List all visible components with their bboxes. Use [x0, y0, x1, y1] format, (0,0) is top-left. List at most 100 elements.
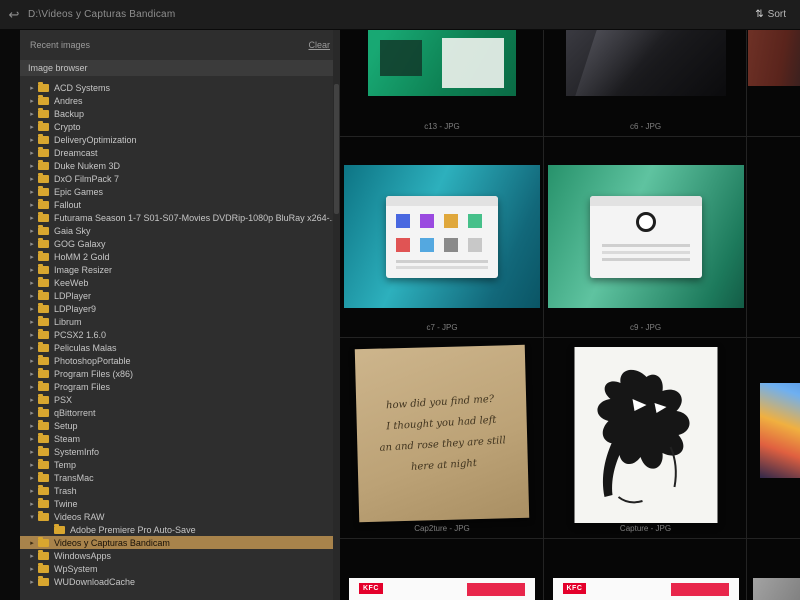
expand-arrow-icon[interactable]: ▸ — [28, 370, 36, 378]
folder-tree-item[interactable]: ▸ KeeWeb — [20, 276, 340, 289]
thumbnail-cell[interactable]: c7 - JPG — [340, 137, 544, 338]
folder-tree-item[interactable]: ▸ Program Files — [20, 380, 340, 393]
sort-button[interactable]: ⇅ Sort — [755, 9, 786, 20]
folder-tree-item[interactable]: ▸ Program Files (x86) — [20, 367, 340, 380]
thumbnail-cell[interactable]: c6 - JPG — [544, 30, 747, 137]
folder-tree-item[interactable]: ▸ Crypto — [20, 120, 340, 133]
folder-tree-item[interactable]: ▸ Steam — [20, 432, 340, 445]
folder-tree-item[interactable]: ▸ WpSystem — [20, 562, 340, 575]
thumbnail-image-cap2ture[interactable]: how did you find me? I thought you had l… — [354, 344, 530, 523]
folder-tree-item[interactable]: ▸ WindowsApps — [20, 549, 340, 562]
folder-tree-item[interactable]: ▸ Videos y Capturas Bandicam — [20, 536, 340, 549]
folder-tree-item[interactable]: ▸ Setup — [20, 419, 340, 432]
expand-arrow-icon[interactable]: ▸ — [28, 123, 36, 131]
folder-tree-item[interactable]: ▸ SystemInfo — [20, 445, 340, 458]
folder-tree-item[interactable]: ▸ PSX — [20, 393, 340, 406]
thumbnail-cell[interactable]: how did you find me? I thought you had l… — [340, 338, 544, 539]
folder-tree-item[interactable]: ▸ Fallout — [20, 198, 340, 211]
expand-arrow-icon[interactable]: ▸ — [28, 201, 36, 209]
expand-arrow-icon[interactable]: ▸ — [28, 565, 36, 573]
expand-arrow-icon[interactable]: ▸ — [28, 149, 36, 157]
folder-tree-item[interactable]: ▸ Andres — [20, 94, 340, 107]
thumbnail-image-partial[interactable] — [748, 30, 800, 86]
expand-arrow-icon[interactable]: ▸ — [28, 331, 36, 339]
expand-arrow-icon[interactable]: ▸ — [28, 448, 36, 456]
thumbnail-cell[interactable] — [747, 137, 800, 338]
folder-tree-item[interactable]: ▸ Twine — [20, 497, 340, 510]
thumbnail-image-c13[interactable] — [368, 30, 516, 96]
expand-arrow-icon[interactable]: ▸ — [28, 253, 36, 261]
folder-tree-item[interactable]: ▸ DeliveryOptimization — [20, 133, 340, 146]
thumbnail-image-c9[interactable] — [547, 165, 744, 308]
image-browser-header[interactable]: Image browser — [20, 60, 340, 76]
expand-arrow-icon[interactable]: ▸ — [28, 84, 36, 92]
expand-arrow-icon[interactable]: ▸ — [28, 357, 36, 365]
breadcrumb[interactable]: D:\Videos y Capturas Bandicam — [28, 9, 175, 20]
expand-arrow-icon[interactable]: ▸ — [28, 396, 36, 404]
folder-tree-item[interactable]: ▸ TransMac — [20, 471, 340, 484]
expand-arrow-icon[interactable]: ▸ — [28, 110, 36, 118]
expand-arrow-icon[interactable]: ▸ — [28, 318, 36, 326]
folder-tree-item[interactable]: ▸ PCSX2 1.6.0 — [20, 328, 340, 341]
expand-arrow-icon[interactable]: ▸ — [28, 188, 36, 196]
expand-arrow-icon[interactable]: ▸ — [28, 461, 36, 469]
folder-tree-item[interactable]: ▸ Gaia Sky — [20, 224, 340, 237]
expand-arrow-icon[interactable]: ▸ — [28, 227, 36, 235]
folder-tree-item[interactable]: ▸ WUDownloadCache — [20, 575, 340, 588]
thumbnail-cell[interactable] — [747, 338, 800, 539]
expand-arrow-icon[interactable]: ▸ — [28, 214, 36, 222]
thumbnail-image-capture[interactable] — [574, 347, 717, 523]
expand-arrow-icon[interactable]: ▸ — [28, 487, 36, 495]
thumbnail-cell[interactable]: c9 - JPG — [544, 137, 747, 338]
expand-arrow-icon[interactable]: ▸ — [28, 435, 36, 443]
folder-tree-item[interactable]: ▾ Videos RAW — [20, 510, 340, 523]
sidebar-scrollbar[interactable] — [333, 30, 340, 600]
expand-arrow-icon[interactable]: ▸ — [28, 500, 36, 508]
expand-arrow-icon[interactable]: ▸ — [28, 136, 36, 144]
folder-tree-item[interactable]: ▸ Image Resizer — [20, 263, 340, 276]
back-icon[interactable]: ↩ — [0, 7, 28, 23]
folder-tree-item[interactable]: ▸ Librum — [20, 315, 340, 328]
expand-arrow-icon[interactable]: ▸ — [28, 162, 36, 170]
thumbnail-cell[interactable] — [747, 30, 800, 137]
expand-arrow-icon[interactable]: ▸ — [28, 409, 36, 417]
thumbnail-cell[interactable]: KFC — [340, 539, 544, 600]
folder-tree-item[interactable]: ▸ LDPlayer9 — [20, 302, 340, 315]
folder-tree-item[interactable]: ▸ Backup — [20, 107, 340, 120]
thumbnail-cell[interactable]: c13 - JPG — [340, 30, 544, 137]
folder-tree-item[interactable]: ▸ ACD Systems — [20, 81, 340, 94]
thumbnail-image-partial[interactable] — [753, 578, 800, 600]
thumbnail-image-partial[interactable] — [760, 383, 800, 478]
expand-arrow-icon[interactable]: ▸ — [28, 240, 36, 248]
folder-tree-item[interactable]: ▸ DxO FilmPack 7 — [20, 172, 340, 185]
expand-arrow-icon[interactable]: ▸ — [28, 474, 36, 482]
expand-arrow-icon[interactable]: ▸ — [28, 266, 36, 274]
expand-arrow-icon[interactable]: ▸ — [28, 344, 36, 352]
expand-arrow-icon[interactable]: ▸ — [28, 175, 36, 183]
folder-tree-item[interactable]: ▸ GOG Galaxy — [20, 237, 340, 250]
thumbnail-image-kfc[interactable]: KFC — [552, 578, 739, 600]
folder-tree-item[interactable]: ▸ Duke Nukem 3D — [20, 159, 340, 172]
folder-tree-item[interactable]: ▸ LDPlayer — [20, 289, 340, 302]
expand-arrow-icon[interactable]: ▸ — [28, 279, 36, 287]
thumbnail-grid[interactable]: c13 - JPG c6 - JPG c7 - JPG c9 - JPG how… — [340, 30, 800, 600]
expand-arrow-icon[interactable]: ▸ — [28, 97, 36, 105]
expand-arrow-icon[interactable]: ▸ — [28, 305, 36, 313]
thumbnail-image-c7[interactable] — [344, 165, 540, 308]
folder-tree-item[interactable]: ▸ qBittorrent — [20, 406, 340, 419]
thumbnail-cell[interactable]: KFC — [544, 539, 747, 600]
expand-arrow-icon[interactable]: ▸ — [28, 422, 36, 430]
folder-tree-item[interactable]: ▸ Peliculas Malas — [20, 341, 340, 354]
expand-arrow-icon[interactable]: ▾ — [28, 513, 36, 521]
thumbnail-image-kfc[interactable]: KFC — [349, 578, 535, 600]
folder-tree-item[interactable]: ▸ Trash — [20, 484, 340, 497]
expand-arrow-icon[interactable]: ▸ — [28, 383, 36, 391]
folder-tree-item[interactable]: ▸ Futurama Season 1-7 S01-S07-Movies DVD… — [20, 211, 340, 224]
folder-tree-item[interactable]: ▸ Dreamcast — [20, 146, 340, 159]
thumbnail-image-c6[interactable] — [565, 30, 726, 96]
folder-tree-item[interactable]: ▸ PhotoshopPortable — [20, 354, 340, 367]
expand-arrow-icon[interactable]: ▸ — [28, 539, 36, 547]
expand-arrow-icon[interactable]: ▸ — [28, 292, 36, 300]
clear-button[interactable]: Clear — [308, 40, 330, 50]
folder-tree-item[interactable]: ▸ HoMM 2 Gold — [20, 250, 340, 263]
